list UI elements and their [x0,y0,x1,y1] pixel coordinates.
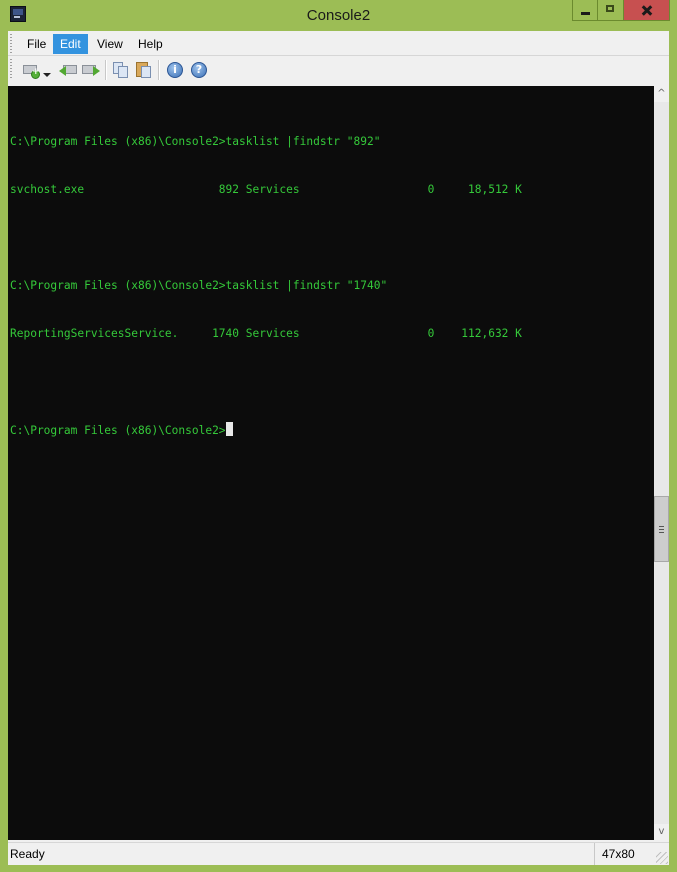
vertical-scrollbar[interactable]: ^ v [654,86,669,840]
toolbar-separator [105,60,107,80]
console-prompt-line[interactable]: C:\Program Files (x86)\Console2> [10,422,522,438]
paste-button[interactable] [135,61,153,79]
console-size: 47x80 [594,843,649,865]
menu-bar: File Edit View Help [8,31,669,56]
new-tab-button[interactable] [22,61,40,79]
minimize-button[interactable] [572,0,598,21]
info-icon: i [167,62,183,78]
text-cursor [225,422,233,436]
chevron-down-icon: v [658,826,665,837]
previous-tab-button[interactable] [59,61,77,79]
close-button[interactable] [624,0,670,21]
scrollbar-thumb[interactable] [654,496,669,562]
maximize-button[interactable] [598,0,624,21]
menu-file[interactable]: File [20,34,53,54]
scroll-up-button[interactable]: ^ [654,86,669,102]
console-line: C:\Program Files (x86)\Console2>tasklist… [10,279,388,292]
menu-edit[interactable]: Edit [53,34,88,54]
menu-grip[interactable] [10,34,12,53]
about-button[interactable]: i [166,61,184,79]
menu-help[interactable]: Help [131,34,170,54]
resize-grip-icon[interactable] [656,852,668,864]
new-tab-dropdown-button[interactable] [42,61,52,79]
next-tab-button[interactable] [82,61,100,79]
scroll-down-button[interactable]: v [654,824,669,840]
console-view[interactable]: C:\Program Files (x86)\Console2>tasklist… [8,86,654,840]
window-controls [572,0,670,21]
console-line: C:\Program Files (x86)\Console2>tasklist… [10,135,381,148]
copy-icon-front [118,66,128,78]
toolbar: i ? [8,56,669,85]
console-line: ReportingServicesService. 1740 Services … [10,327,522,340]
toolbar-grip[interactable] [10,59,12,78]
console-line: svchost.exe 892 Services 0 18,512 K [10,183,522,196]
help-button[interactable]: ? [190,61,208,79]
dropdown-arrow-icon [43,73,51,77]
arrow-left-icon [59,66,66,76]
console-output: C:\Program Files (x86)\Console2>tasklist… [10,102,522,470]
console2-window: Console2 File Edit View Help + i ? C:\Pr… [0,0,677,872]
status-bar: Ready 47x80 [8,842,669,865]
plus-icon [31,67,40,79]
paste-doc-icon [141,66,151,78]
toolbar-separator [158,60,160,80]
copy-button[interactable] [112,61,130,79]
chevron-up-icon: ^ [657,88,666,99]
title-bar[interactable]: Console2 [0,0,677,30]
console-prompt: C:\Program Files (x86)\Console2> [10,424,226,437]
help-icon: ? [191,62,207,78]
arrow-right-icon [93,66,100,76]
client-area: File Edit View Help + i ? C:\Program Fil… [8,31,669,865]
menu-view[interactable]: View [90,34,130,54]
status-text: Ready [10,847,45,861]
